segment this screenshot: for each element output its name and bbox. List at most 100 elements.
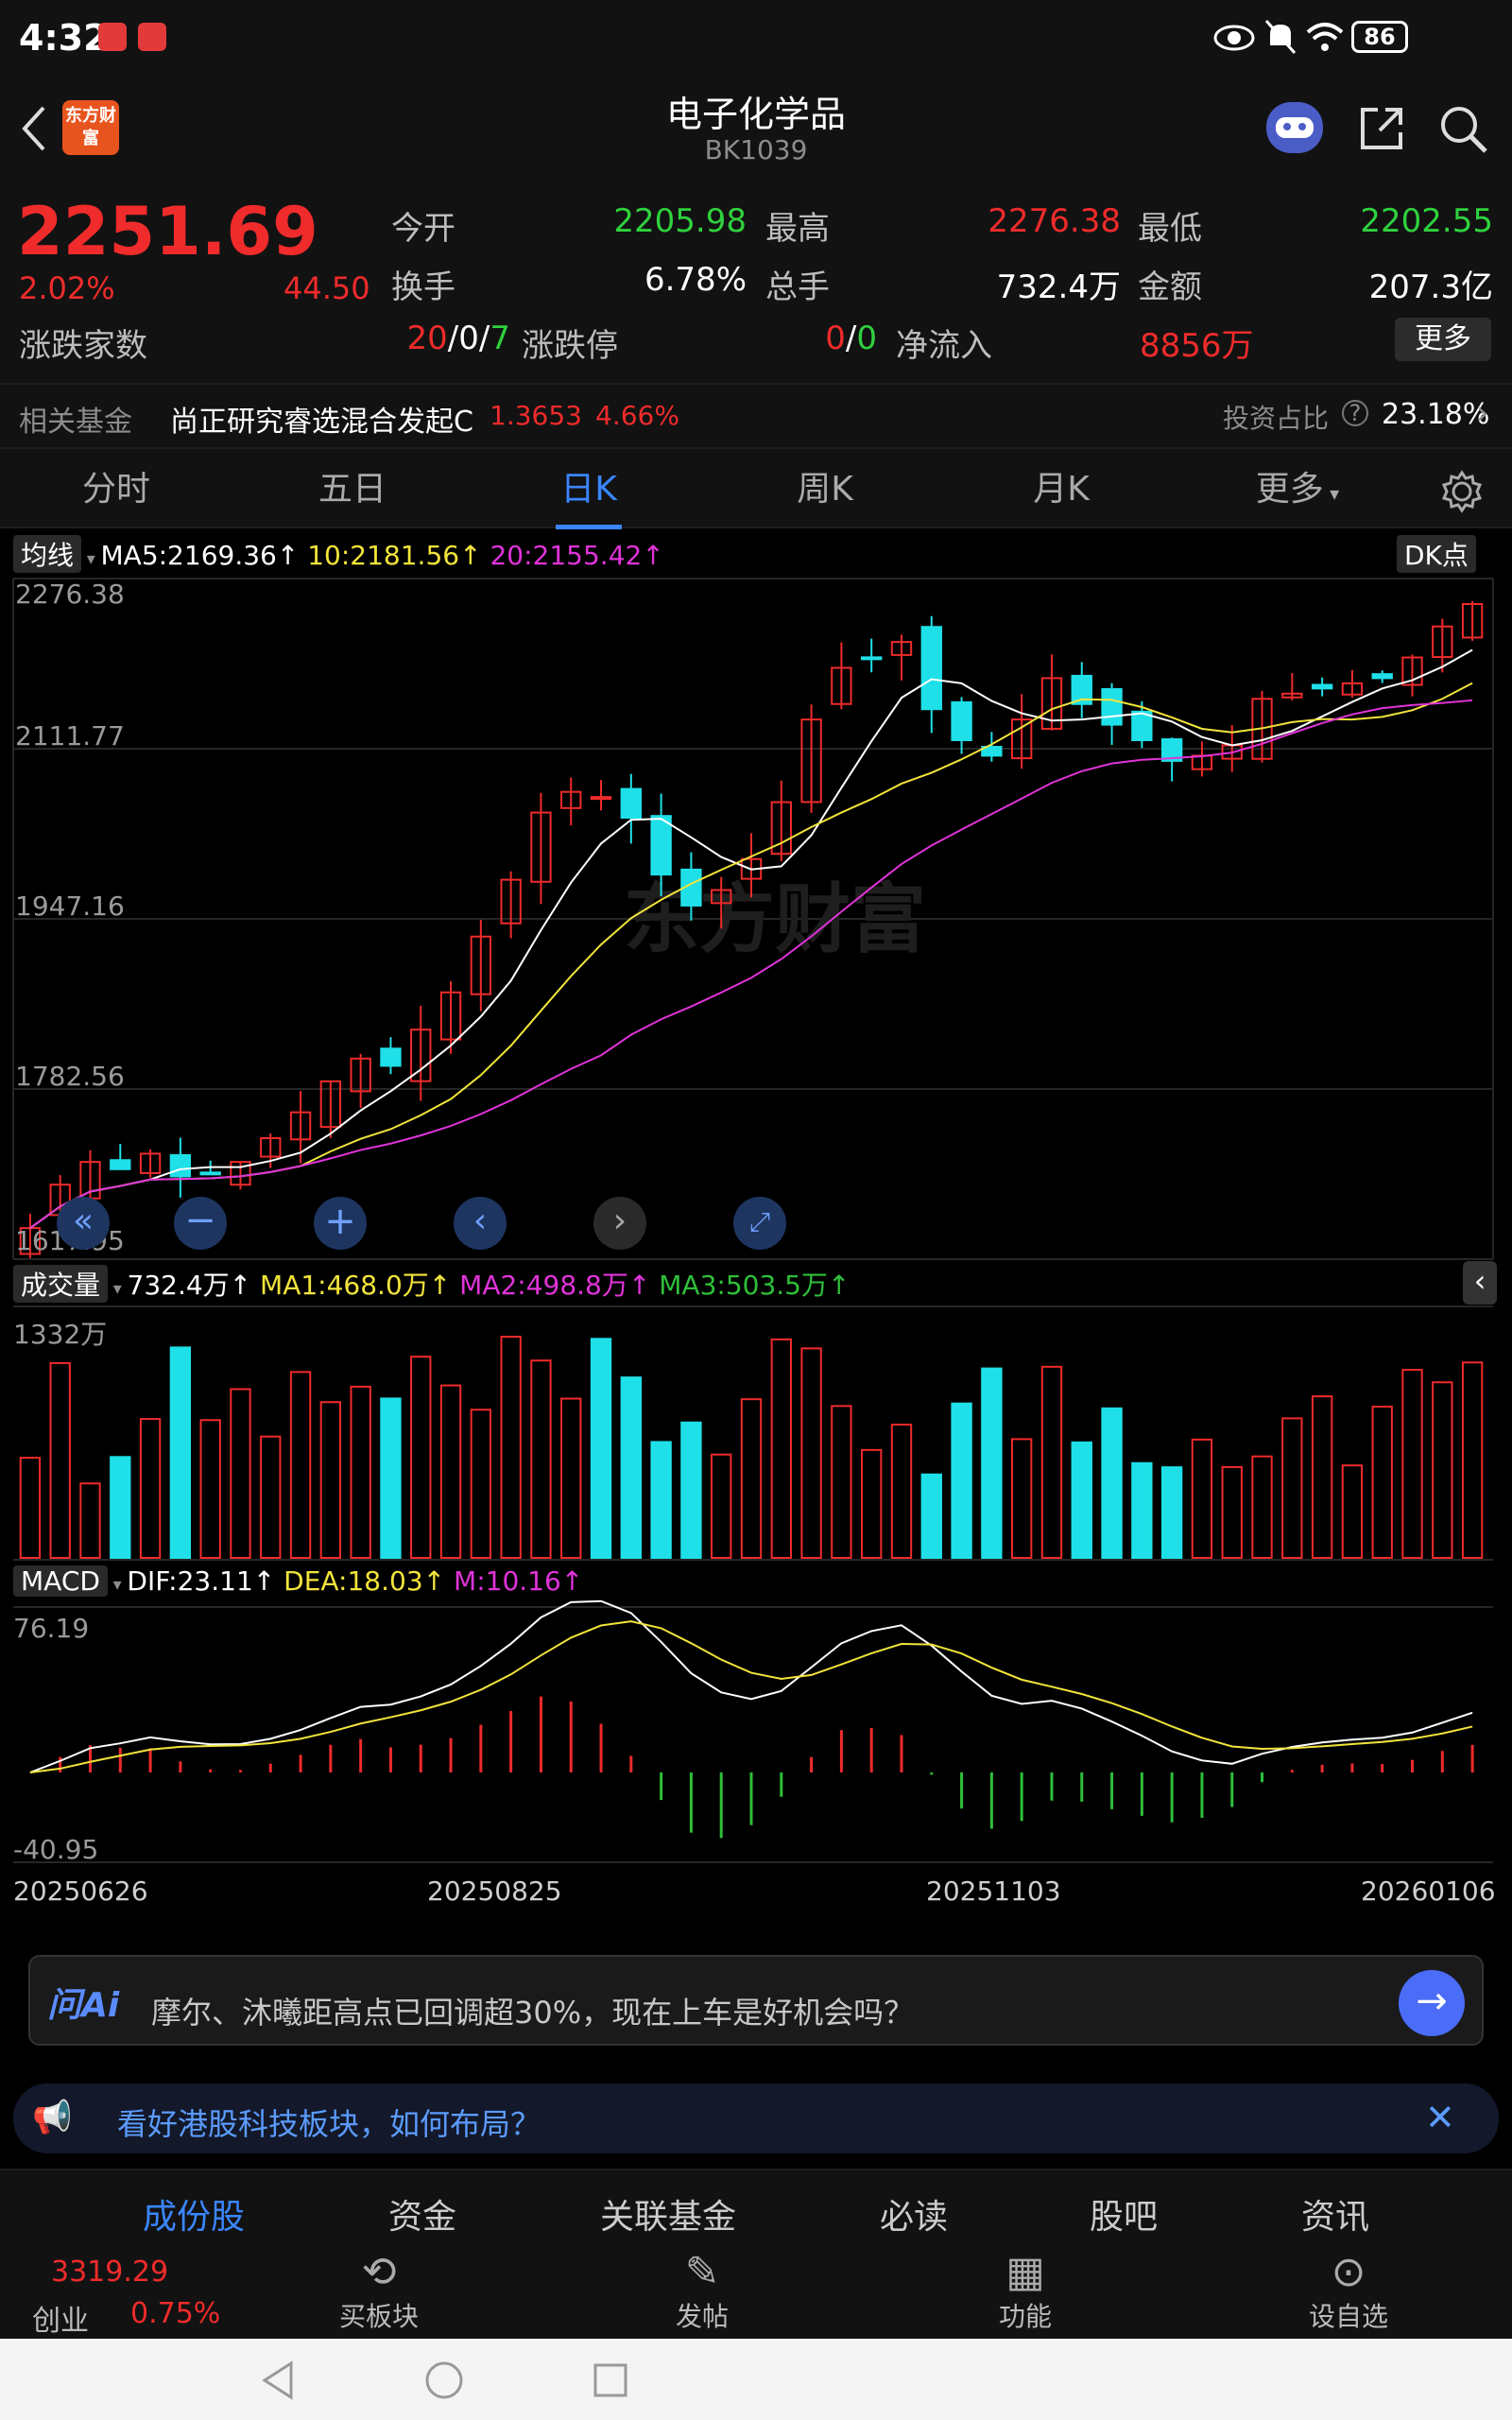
investment-ratio: 23.18% [1382, 398, 1490, 431]
macd-dea-line [29, 1620, 1473, 1774]
recents-square-icon[interactable] [592, 2361, 629, 2399]
volume-bar [1281, 1417, 1303, 1559]
volume-bar [590, 1338, 612, 1559]
amount-value: 207.3亿 [1368, 268, 1493, 306]
y-tick: 2111.77 [15, 720, 125, 752]
bottom-panel: 成份股 资金 关联基金 必读 股吧 资讯 3319.29 创业 0.75% ⟲ … [0, 2169, 1512, 2339]
volume-bar [19, 1457, 42, 1560]
volume-bar [1311, 1395, 1333, 1560]
system-navigation-bar [0, 2339, 1512, 2420]
current-price: 2251.69 [17, 193, 318, 270]
volume-bar [49, 1361, 71, 1560]
ma20-line [29, 699, 1473, 1229]
robot-assistant-icon[interactable] [1266, 102, 1323, 153]
send-arrow-icon[interactable]: → [1399, 1970, 1465, 2036]
x-date: 20260106 [1361, 1876, 1496, 1907]
volume-bar [560, 1397, 582, 1559]
volume-bar [831, 1405, 852, 1559]
tab-constituents[interactable]: 成份股 [113, 2189, 274, 2238]
candle-body [620, 787, 642, 820]
volume-bar [890, 1424, 913, 1560]
tab-more[interactable]: 更多 ▾ [1227, 449, 1368, 530]
home-circle-icon[interactable] [423, 2360, 465, 2401]
volume-bar [470, 1409, 492, 1559]
candle-body [380, 1047, 402, 1067]
volume-bar [1071, 1441, 1092, 1559]
macd-histogram [29, 1599, 1474, 1839]
candle-body [1311, 683, 1333, 690]
tab-forum[interactable]: 股吧 [1043, 2189, 1204, 2238]
post-button[interactable]: ✎ 发帖 [622, 2248, 782, 2334]
volume-bar [439, 1384, 462, 1560]
macd-dif-line [29, 1599, 1473, 1773]
tab-five-day[interactable]: 五日 [282, 449, 423, 530]
promo-banner[interactable]: 📢 看好港股科技板块，如何布局？ ✕ [13, 2083, 1499, 2153]
volume-bar [139, 1418, 162, 1560]
kline-chart-area[interactable]: 均线 ▾ MA5:2169.36↑ 10:2181.56↑ 20:2155.42… [0, 529, 1512, 1930]
tab-intraday[interactable]: 分时 [45, 449, 187, 530]
more-button[interactable]: 更多 [1395, 318, 1491, 361]
change-percent: 2.02% [19, 270, 115, 306]
tab-funds-flow[interactable]: 资金 [342, 2189, 503, 2238]
fullscreen-icon[interactable]: ⤢ [733, 1197, 786, 1250]
fund-name[interactable]: 尚正研究睿选混合发起C [170, 398, 473, 440]
ai-question[interactable]: 摩尔、沐曦距高点已回调超30%，现在上车是好机会吗？ [151, 1989, 914, 2032]
candle-body [169, 1153, 192, 1178]
ai-question-box[interactable]: 问Ai 摩尔、沐曦距高点已回调超30%，现在上车是好机会吗？ → [28, 1955, 1484, 2046]
netflow-label: 净流入 [896, 327, 992, 365]
volume-bar [230, 1388, 251, 1560]
volume-selector[interactable]: 成交量 [13, 1265, 109, 1303]
open-value: 2205.98 [613, 202, 747, 240]
scroll-left-double-icon[interactable]: « [57, 1197, 110, 1250]
back-triangle-icon[interactable] [259, 2360, 297, 2401]
index-value[interactable]: 3319.29 [51, 2256, 168, 2289]
tab-related-funds[interactable]: 关联基金 [588, 2189, 748, 2238]
macd-y-top: 76.19 [13, 1613, 90, 1644]
collapse-panel-icon[interactable]: ‹ [1463, 1261, 1497, 1305]
status-time: 4:32 [19, 17, 109, 59]
close-icon[interactable]: ✕ [1425, 2097, 1455, 2138]
volume-bars [19, 1336, 1484, 1560]
volume-bar [380, 1397, 402, 1559]
volume-bar [1101, 1407, 1123, 1559]
volume-bar [861, 1448, 883, 1560]
scroll-left-icon[interactable]: ‹ [454, 1197, 507, 1250]
volume-bar [1131, 1461, 1153, 1560]
add-watchlist-button[interactable]: ⊙ 设自选 [1268, 2248, 1429, 2334]
turnover-value: 6.78% [644, 261, 747, 299]
search-icon[interactable] [1438, 104, 1489, 155]
tab-weekly-k[interactable]: 周K [754, 449, 896, 530]
index-name: 创业 [32, 2305, 89, 2338]
chart-period-tabs: 分时 五日 日K 周K 月K 更多 ▾ [0, 447, 1512, 530]
tab-must-read[interactable]: 必读 [833, 2189, 994, 2238]
tab-monthly-k[interactable]: 月K [990, 449, 1132, 530]
megaphone-icon: 📢 [32, 2099, 73, 2136]
notification-icon [98, 23, 127, 51]
buy-sector-button[interactable]: ⟲ 买板块 [299, 2248, 459, 2334]
turnover-label: 换手 [391, 268, 455, 306]
candle-body [951, 700, 972, 742]
tab-daily-k[interactable]: 日K [518, 449, 660, 530]
chevron-right-icon[interactable]: › [1476, 394, 1489, 432]
change-value: 44.50 [284, 270, 370, 306]
fund-nav: 1.3653 [490, 400, 582, 431]
related-fund-row[interactable]: 相关基金 尚正研究睿选混合发起C 1.3653 4.66% 投资占比 ? 23.… [0, 383, 1512, 447]
more-dots-icon: ⊙ [1331, 2248, 1366, 2296]
macd-selector[interactable]: MACD [13, 1565, 108, 1597]
functions-button[interactable]: ▦ 功能 [945, 2248, 1106, 2334]
help-icon[interactable]: ? [1342, 400, 1368, 426]
promo-text[interactable]: 看好港股科技板块，如何布局？ [117, 2100, 541, 2144]
share-icon[interactable] [1357, 104, 1406, 153]
scroll-right-icon[interactable]: › [593, 1197, 646, 1250]
volume-bar [1160, 1466, 1183, 1560]
volume-legend: 成交量 ▾ 732.4万↑ MA1:468.0万↑ MA2:498.8万↑ MA… [13, 1265, 850, 1303]
settings-gear-icon[interactable] [1440, 470, 1484, 513]
low-label: 最低 [1138, 210, 1202, 248]
volume-bar [650, 1441, 672, 1559]
eye-icon [1213, 25, 1255, 51]
zoom-out-icon[interactable]: − [174, 1197, 227, 1250]
volume-bar [951, 1402, 972, 1559]
zoom-in-icon[interactable]: + [314, 1197, 367, 1250]
battery-icon: 86 [1351, 21, 1408, 53]
tab-news[interactable]: 资讯 [1255, 2189, 1416, 2238]
